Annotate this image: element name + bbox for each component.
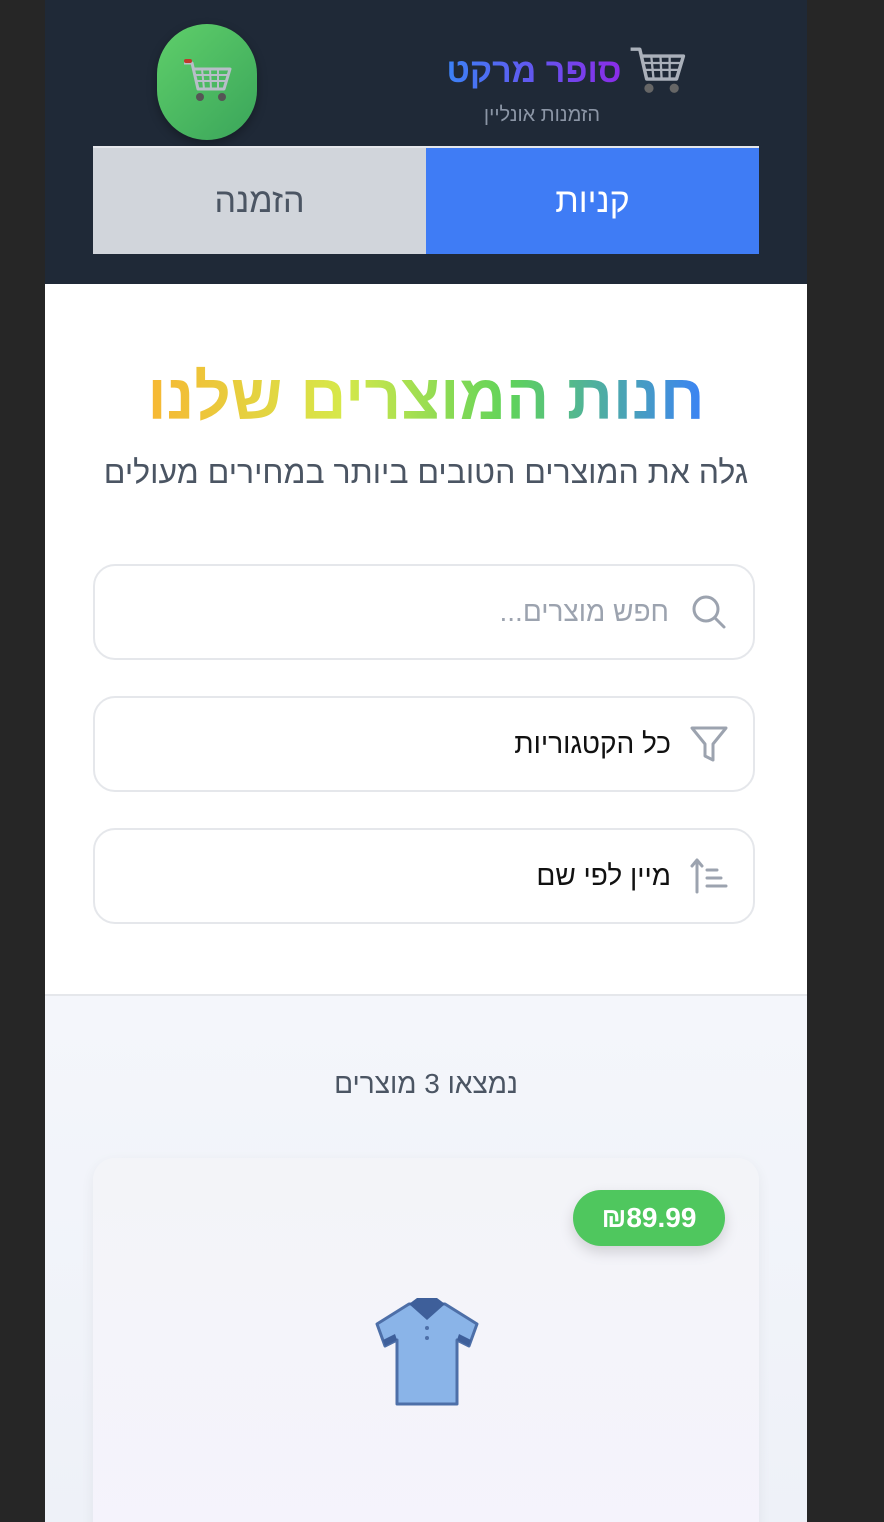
results-count: נמצאו 3 מוצרים xyxy=(334,1068,518,1099)
search-icon xyxy=(689,592,729,632)
hero-section: חנות המוצרים שלנו גלה את המוצרים הטובים … xyxy=(45,284,807,992)
category-value: כל הקטגוריות xyxy=(514,728,671,759)
brand-name: סופר מרקט xyxy=(446,51,622,90)
sort-select[interactable]: מיין לפי שם xyxy=(93,828,755,924)
price-badge: ₪89.99 xyxy=(573,1190,725,1246)
sort-icon xyxy=(689,856,729,896)
header: סופר מרקט הזמנות אונליין הזמנה קניות xyxy=(45,0,807,284)
search-field[interactable] xyxy=(93,564,755,660)
shopping-cart-icon xyxy=(630,47,685,93)
page-title: חנות המוצרים שלנו xyxy=(147,361,705,433)
product-card[interactable]: ₪89.99 xyxy=(93,1158,759,1522)
category-select[interactable]: כל הקטגוריות xyxy=(93,696,755,792)
app-screen: סופר מרקט הזמנות אונליין הזמנה קניות חנו… xyxy=(45,0,807,1522)
shirt-icon xyxy=(375,1298,479,1406)
brand: סופר מרקט הזמנות אונליין xyxy=(437,40,697,130)
tab-order[interactable]: הזמנה xyxy=(93,148,426,254)
sort-value: מיין לפי שם xyxy=(536,860,671,891)
cart-button[interactable] xyxy=(157,24,257,140)
page-subtitle: גלה את המוצרים הטובים ביותר במחירים מעול… xyxy=(103,454,749,490)
filter-icon xyxy=(689,724,729,764)
tab-shopping[interactable]: קניות xyxy=(426,148,759,254)
products-section: נמצאו 3 מוצרים ₪89.99 xyxy=(45,994,807,1522)
tab-bar: הזמנה קניות xyxy=(93,146,759,254)
shopping-cart-icon xyxy=(184,59,232,101)
brand-subtitle: הזמנות אונליין xyxy=(483,104,601,126)
search-input[interactable] xyxy=(95,595,671,629)
